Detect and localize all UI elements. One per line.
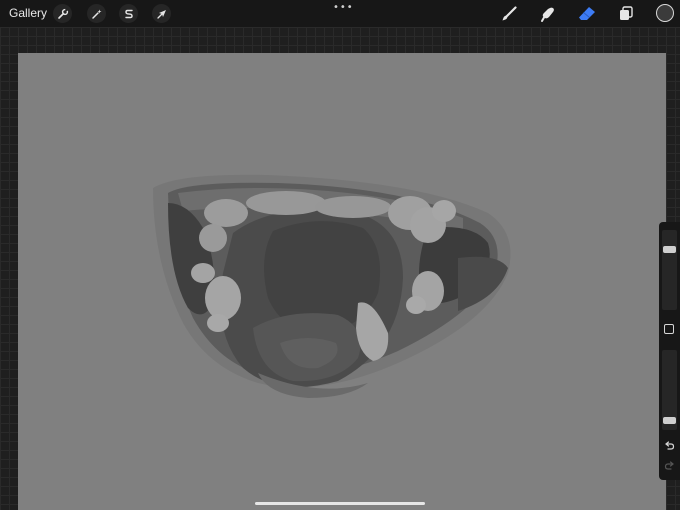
opacity-slider[interactable]: [662, 350, 677, 430]
redo-icon: [664, 461, 674, 470]
brush-size-slider[interactable]: [662, 230, 677, 310]
undo-button[interactable]: [663, 440, 676, 453]
smudge-tool-button[interactable]: [537, 3, 559, 25]
redo-button[interactable]: [663, 460, 676, 473]
top-toolbar: Gallery •••: [0, 0, 680, 27]
brush-size-thumb[interactable]: [663, 246, 676, 253]
actions-button[interactable]: [53, 4, 72, 23]
sketch-artwork: [153, 174, 511, 398]
undo-icon: [665, 441, 675, 450]
selection-s-icon: [124, 9, 133, 18]
modify-square-button[interactable]: [664, 324, 674, 334]
magic-wand-icon: [91, 9, 101, 19]
gallery-button[interactable]: Gallery: [9, 6, 47, 20]
arrow-cursor-icon: [156, 9, 166, 19]
layers-icon: [620, 6, 633, 20]
wrench-icon: [57, 8, 68, 19]
color-picker-button[interactable]: [656, 4, 674, 22]
sidebar-controls: [659, 222, 680, 480]
brush-tool-button[interactable]: [498, 3, 520, 25]
eraser-icon: [579, 7, 595, 20]
smudge-finger-icon: [541, 7, 554, 22]
eraser-tool-button[interactable]: [576, 3, 598, 25]
home-indicator[interactable]: [255, 502, 425, 505]
selection-button[interactable]: [119, 4, 138, 23]
adjustments-button[interactable]: [87, 4, 106, 23]
more-options-handle[interactable]: •••: [333, 2, 354, 13]
transform-button[interactable]: [152, 4, 171, 23]
brush-icon: [502, 6, 517, 21]
layers-button[interactable]: [615, 3, 637, 25]
opacity-thumb[interactable]: [663, 417, 676, 424]
drawing-canvas[interactable]: [18, 53, 666, 510]
